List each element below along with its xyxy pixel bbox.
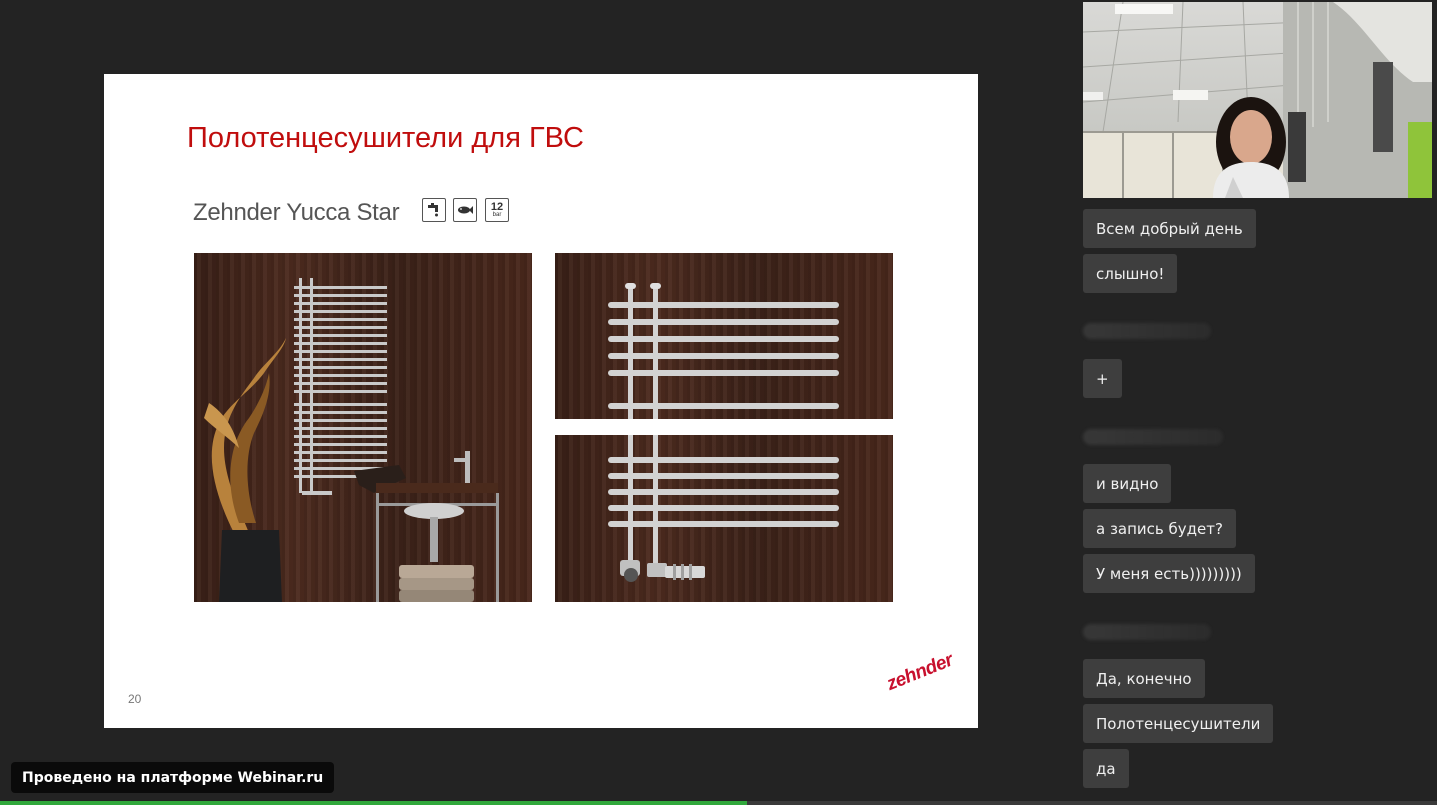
slide-number: 20 xyxy=(128,692,142,706)
chat-message: Полотенцесушители xyxy=(1083,704,1274,743)
presenter-video xyxy=(1083,2,1432,198)
platform-badge[interactable]: Проведено на платформе Webinar.ru xyxy=(11,762,335,793)
zehnder-logo: zehnder xyxy=(883,649,956,696)
chat-author-name-redacted xyxy=(1083,624,1211,640)
chat-message: а запись будет? xyxy=(1083,509,1236,548)
slide-title: Полотенцесушители для ГВС xyxy=(187,122,584,154)
product-photo-rail-top xyxy=(555,253,893,419)
product-photo-bathroom xyxy=(194,253,532,602)
chat-message: Да, конечно xyxy=(1083,659,1205,698)
product-photo-rail-bottom xyxy=(555,435,893,602)
pressure-unit: bar xyxy=(492,212,502,218)
playback-progress-bar[interactable] xyxy=(0,801,1437,805)
chat-message: Всем добрый день xyxy=(1083,209,1256,248)
product-name: Zehnder Yucca Star xyxy=(193,199,400,226)
chat-author-name-redacted xyxy=(1083,323,1211,339)
presentation-slide: Полотенцесушители для ГВС Zehnder Yucca … xyxy=(104,74,978,728)
chat-message: да xyxy=(1083,749,1129,788)
chat-author-name-redacted xyxy=(1083,429,1223,445)
playback-progress-fill xyxy=(0,801,748,805)
fish-icon xyxy=(453,198,477,222)
chat-message: + xyxy=(1083,359,1122,398)
chat-message: слышно! xyxy=(1083,254,1178,293)
chat-message: У меня есть))))))))) xyxy=(1083,554,1255,593)
faucet-icon xyxy=(422,198,446,222)
chat-message: и видно xyxy=(1083,464,1172,503)
pressure-rating-icon: 12 bar xyxy=(485,198,509,222)
